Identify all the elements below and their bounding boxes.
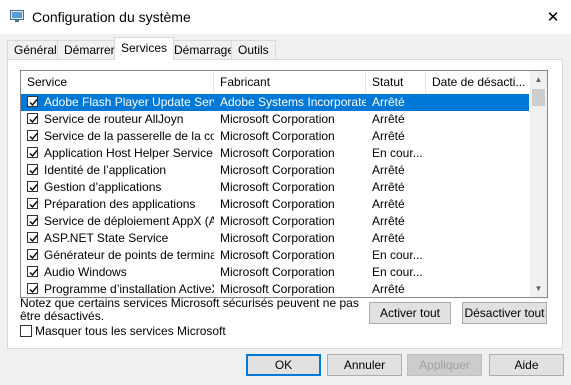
service-disabled-date — [432, 162, 528, 179]
service-vendor: Microsoft Corporation — [220, 197, 335, 211]
cancel-button[interactable]: Annuler — [327, 354, 402, 376]
service-vendor: Microsoft Corporation — [220, 180, 335, 194]
column-header-statut[interactable]: Statut — [366, 71, 426, 93]
disable-all-button[interactable]: Désactiver tout — [462, 302, 547, 324]
hide-microsoft-services-label[interactable]: Masquer tous les services Microsoft — [35, 324, 226, 338]
service-name: Générateur de points de termina... — [44, 248, 214, 262]
service-name: Audio Windows — [44, 265, 127, 279]
hide-microsoft-services-checkbox[interactable] — [20, 325, 32, 337]
vertical-scrollbar[interactable]: ▲ ▼ — [530, 71, 547, 297]
table-row[interactable]: Identité de l’application Microsoft Corp… — [21, 162, 529, 179]
service-disabled-date — [432, 111, 528, 128]
table-row[interactable]: Adobe Flash Player Update Service Adobe … — [21, 94, 529, 111]
service-checkbox[interactable] — [27, 96, 38, 107]
service-disabled-date — [432, 247, 528, 264]
apply-button[interactable]: Appliquer — [407, 354, 482, 376]
tab-outils[interactable]: Outils — [231, 40, 276, 59]
service-vendor: Microsoft Corporation — [220, 231, 335, 245]
service-name: Gestion d’applications — [44, 180, 162, 194]
scroll-up-icon[interactable]: ▲ — [530, 71, 547, 88]
service-vendor: Microsoft Corporation — [220, 214, 335, 228]
close-icon[interactable]: ✕ — [538, 3, 568, 31]
ok-button[interactable]: OK — [246, 354, 321, 376]
note-text: Notez que certains services Microsoft sé… — [20, 296, 359, 323]
service-status: Arrêté — [372, 95, 405, 109]
service-vendor: Microsoft Corporation — [220, 163, 335, 177]
service-name: Application Host Helper Service — [44, 146, 213, 160]
service-checkbox[interactable] — [27, 198, 38, 209]
table-row[interactable]: Service de la passerelle de la co... Mic… — [21, 128, 529, 145]
service-status: Arrêté — [372, 112, 405, 126]
service-name: Service de la passerelle de la co... — [44, 129, 214, 143]
service-disabled-date — [432, 196, 528, 213]
service-disabled-date — [432, 179, 528, 196]
service-status: Arrêté — [372, 214, 405, 228]
service-name: Service de déploiement AppX (A... — [44, 214, 214, 228]
service-name: Adobe Flash Player Update Service — [44, 95, 214, 109]
service-vendor: Microsoft Corporation — [220, 265, 335, 279]
column-header-service[interactable]: Service — [21, 71, 214, 93]
service-disabled-date — [432, 94, 528, 111]
table-row[interactable]: ASP.NET State Service Microsoft Corporat… — [21, 230, 529, 247]
service-checkbox[interactable] — [27, 249, 38, 260]
enable-all-button[interactable]: Activer tout — [369, 302, 451, 324]
column-header-fabricant[interactable]: Fabricant — [214, 71, 366, 93]
service-checkbox[interactable] — [27, 130, 38, 141]
service-vendor: Microsoft Corporation — [220, 248, 335, 262]
service-status: Arrêté — [372, 129, 405, 143]
service-checkbox[interactable] — [27, 283, 38, 294]
service-checkbox[interactable] — [27, 113, 38, 124]
service-vendor: Microsoft Corporation — [220, 129, 335, 143]
scroll-thumb[interactable] — [532, 89, 545, 106]
service-disabled-date — [432, 281, 528, 297]
service-status: Arrêté — [372, 180, 405, 194]
service-status: En cour... — [372, 265, 423, 279]
service-vendor: Adobe Systems Incorporated — [220, 95, 366, 109]
service-name: ASP.NET State Service — [44, 231, 169, 245]
service-checkbox[interactable] — [27, 266, 38, 277]
table-row[interactable]: Service de déploiement AppX (A... Micros… — [21, 213, 529, 230]
service-vendor: Microsoft Corporation — [220, 146, 335, 160]
service-checkbox[interactable] — [27, 147, 38, 158]
service-name: Préparation des applications — [44, 197, 196, 211]
service-vendor: Microsoft Corporation — [220, 112, 335, 126]
table-row[interactable]: Générateur de points de termina... Micro… — [21, 247, 529, 264]
service-disabled-date — [432, 264, 528, 281]
service-disabled-date — [432, 145, 528, 162]
scroll-down-icon[interactable]: ▼ — [530, 280, 547, 297]
table-row[interactable]: Audio Windows Microsoft Corporation En c… — [21, 264, 529, 281]
table-row[interactable]: Préparation des applications Microsoft C… — [21, 196, 529, 213]
service-checkbox[interactable] — [27, 164, 38, 175]
tab-demarrage[interactable]: Démarrage — [167, 40, 242, 59]
service-checkbox[interactable] — [27, 181, 38, 192]
service-status: En cour... — [372, 248, 423, 262]
service-status: Arrêté — [372, 163, 405, 177]
services-list[interactable]: Service Fabricant Statut Date de désacti… — [20, 70, 548, 298]
service-status: Arrêté — [372, 282, 405, 296]
service-disabled-date — [432, 213, 528, 230]
service-checkbox[interactable] — [27, 215, 38, 226]
system-config-icon — [10, 9, 24, 23]
window-title: Configuration du système — [32, 9, 191, 25]
tab-general[interactable]: Général — [7, 40, 64, 59]
service-disabled-date — [432, 230, 528, 247]
column-header-date[interactable]: Date de désacti... — [426, 71, 530, 93]
service-disabled-date — [432, 128, 528, 145]
service-name: Service de routeur AllJoyn — [44, 112, 184, 126]
service-checkbox[interactable] — [27, 232, 38, 243]
table-row[interactable]: Service de routeur AllJoyn Microsoft Cor… — [21, 111, 529, 128]
service-status: Arrêté — [372, 197, 405, 211]
tab-demarrer[interactable]: Démarrer — [57, 40, 122, 59]
table-row[interactable]: Application Host Helper Service Microsof… — [21, 145, 529, 162]
service-status: En cour... — [372, 146, 423, 160]
service-name: Identité de l’application — [44, 163, 167, 177]
tab-services[interactable]: Services — [114, 37, 175, 60]
table-row[interactable]: Gestion d’applications Microsoft Corpora… — [21, 179, 529, 196]
service-status: Arrêté — [372, 231, 405, 245]
help-button[interactable]: Aide — [489, 354, 564, 376]
